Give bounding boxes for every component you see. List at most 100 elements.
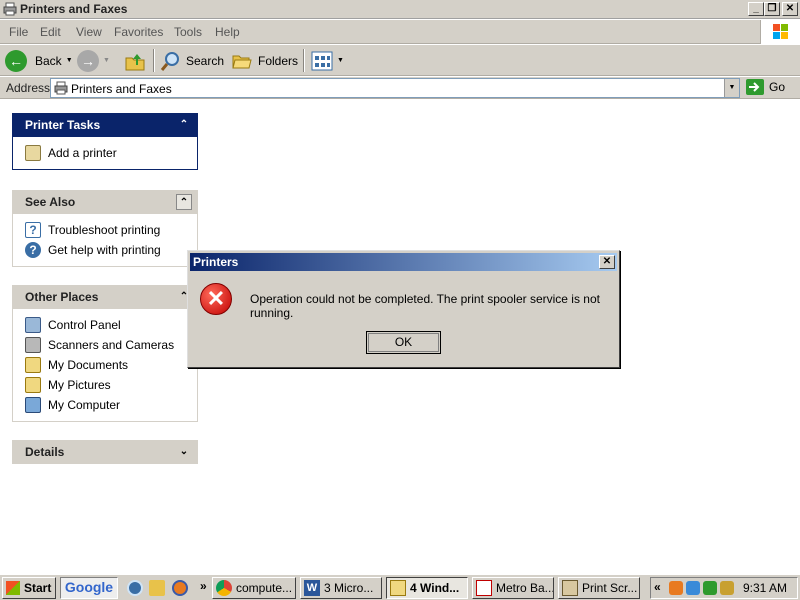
forward-arrow-icon: →: [77, 49, 99, 72]
details-pane: Details ⌄: [12, 440, 198, 464]
forward-dropdown-icon[interactable]: ▼: [103, 57, 110, 64]
dialog-close-button[interactable]: ✕: [599, 255, 615, 269]
word-icon: W: [304, 580, 320, 596]
other-places-header[interactable]: Other Places ⌃: [12, 285, 198, 309]
my-computer-icon: [25, 397, 41, 413]
chrome-icon: [216, 580, 232, 596]
place-my-pictures[interactable]: My Pictures: [25, 375, 197, 395]
minimize-button[interactable]: _: [748, 2, 764, 16]
menu-bar: File Edit View Favorites Tools Help: [0, 20, 800, 44]
go-button[interactable]: Go: [746, 79, 785, 95]
address-label: Address: [6, 81, 51, 95]
up-folder-button[interactable]: [124, 48, 146, 73]
taskbar-button-label: Print Scr...: [582, 581, 638, 595]
window-title: Printers and Faxes: [20, 2, 128, 16]
my-documents-icon: [25, 357, 41, 373]
forward-button[interactable]: → ▼: [77, 48, 110, 73]
task-label: Troubleshoot printing: [48, 223, 161, 237]
error-icon: ✕: [200, 283, 232, 315]
menu-favorites[interactable]: Favorites: [114, 25, 163, 39]
restore-button[interactable]: ❐: [764, 2, 780, 16]
place-label: My Pictures: [48, 378, 111, 392]
back-arrow-icon: ←: [5, 49, 27, 72]
dialog-message: Operation could not be completed. The pr…: [250, 292, 600, 320]
see-also-header[interactable]: See Also ⌃: [12, 190, 198, 214]
printer-tasks-pane: Printer Tasks ⌃ Add a printer: [12, 113, 198, 170]
printer-tasks-body: Add a printer: [12, 137, 198, 170]
place-my-computer[interactable]: My Computer: [25, 395, 197, 415]
taskbar-button-paint[interactable]: Print Scr...: [558, 577, 640, 599]
printer-icon: [54, 81, 68, 95]
task-troubleshoot-printing[interactable]: ? Troubleshoot printing: [25, 220, 197, 240]
taskbar-button-pdf[interactable]: Metro Ba...: [472, 577, 554, 599]
folders-icon: [232, 55, 252, 68]
views-dropdown-icon[interactable]: ▼: [337, 57, 344, 64]
taskbar-button-windows[interactable]: 4 Wind...: [386, 577, 468, 599]
task-get-help-printing[interactable]: ? Get help with printing: [25, 240, 197, 260]
window-title-bar: Printers and Faxes _ ❐ ✕: [0, 0, 800, 19]
views-button[interactable]: ▼: [311, 48, 344, 73]
quicklaunch-ie-icon[interactable]: [127, 580, 143, 596]
windows-flag-icon: [6, 581, 20, 595]
see-also-body: ? Troubleshoot printing ? Get help with …: [12, 214, 198, 267]
menu-file[interactable]: File: [9, 25, 28, 39]
taskbar-button-label: Metro Ba...: [496, 581, 554, 595]
place-my-documents[interactable]: My Documents: [25, 355, 197, 375]
address-value: Printers and Faxes: [71, 82, 172, 96]
place-control-panel[interactable]: Control Panel: [25, 315, 197, 335]
quicklaunch-firefox-icon[interactable]: [172, 580, 188, 596]
google-toolbar[interactable]: Google: [60, 577, 118, 599]
ok-button[interactable]: OK: [366, 331, 441, 354]
taskbar-button-chrome[interactable]: compute...: [212, 577, 296, 599]
back-button[interactable]: ← Back ▼: [5, 48, 73, 73]
tray-shield-icon[interactable]: [686, 581, 700, 595]
search-button[interactable]: Search: [160, 48, 224, 73]
dialog-title-bar[interactable]: Printers ✕: [190, 253, 617, 271]
tray-network-icon[interactable]: [720, 581, 734, 595]
address-input[interactable]: Printers and Faxes ▼: [50, 78, 740, 98]
pane-title: Printer Tasks: [25, 118, 101, 132]
tray-app-icon[interactable]: [669, 581, 683, 595]
up-folder-icon: [125, 53, 145, 70]
pdf-icon: [476, 580, 492, 596]
windows-flag-icon: [773, 24, 788, 39]
printer-icon: [3, 2, 17, 16]
folders-button[interactable]: Folders: [231, 48, 298, 73]
menu-view[interactable]: View: [76, 25, 102, 39]
help-circle-icon: ?: [25, 242, 41, 258]
details-header[interactable]: Details ⌄: [12, 440, 198, 464]
quicklaunch-overflow-icon[interactable]: »: [200, 579, 207, 593]
toolbar-separator: [153, 49, 155, 72]
error-dialog: Printers ✕ ✕ Operation could not be comp…: [187, 250, 620, 368]
toolbar-separator: [303, 49, 305, 72]
collapse-icon[interactable]: ⌃: [176, 117, 192, 133]
menu-help[interactable]: Help: [215, 25, 240, 39]
back-dropdown-icon[interactable]: ▼: [66, 57, 73, 64]
start-button[interactable]: Start: [2, 577, 56, 599]
taskbar: Start Google » compute... W 3 Micro... 4…: [0, 574, 800, 600]
system-tray: « 9:31 AM: [650, 577, 798, 599]
task-label: Get help with printing: [48, 243, 161, 257]
place-scanners-cameras[interactable]: Scanners and Cameras: [25, 335, 197, 355]
tray-security-icon[interactable]: [703, 581, 717, 595]
collapse-icon[interactable]: ⌃: [176, 194, 192, 210]
menu-edit[interactable]: Edit: [40, 25, 61, 39]
task-add-printer[interactable]: Add a printer: [25, 143, 197, 163]
close-window-button[interactable]: ✕: [782, 2, 798, 16]
menu-tools[interactable]: Tools: [174, 25, 202, 39]
address-bar: Address Printers and Faxes ▼ Go: [0, 77, 800, 99]
expand-icon[interactable]: ⌄: [176, 444, 192, 460]
pane-title: Details: [25, 445, 65, 459]
other-places-pane: Other Places ⌃ Control Panel Scanners an…: [12, 285, 198, 422]
tray-expand-icon[interactable]: «: [654, 580, 661, 594]
printer-tasks-header[interactable]: Printer Tasks ⌃: [12, 113, 198, 137]
my-pictures-icon: [25, 377, 41, 393]
quicklaunch-tool-icon[interactable]: [149, 580, 165, 596]
place-label: My Computer: [48, 398, 121, 412]
paint-icon: [562, 580, 578, 596]
folders-label: Folders: [258, 53, 299, 68]
address-dropdown-icon[interactable]: ▼: [724, 79, 739, 97]
taskbar-button-word[interactable]: W 3 Micro...: [300, 577, 382, 599]
taskbar-button-label: compute...: [236, 581, 293, 595]
taskbar-button-label: 4 Wind...: [410, 581, 460, 595]
